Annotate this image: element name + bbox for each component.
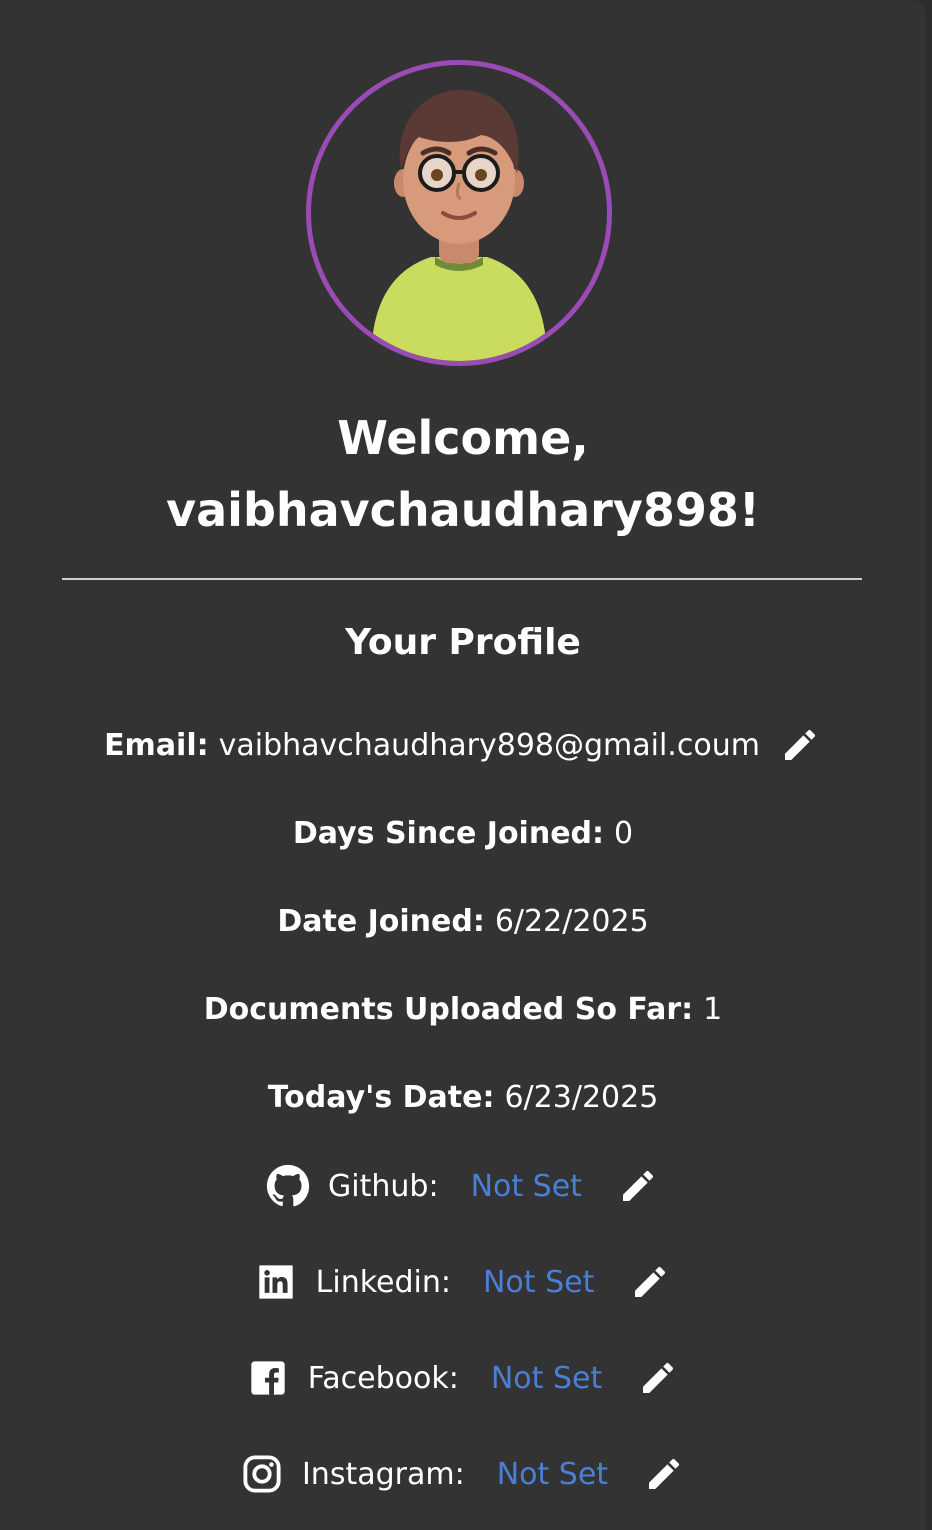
email-label: Email: bbox=[104, 727, 209, 763]
edit-github-button[interactable] bbox=[616, 1164, 660, 1208]
facebook-row: Facebook: Not Set bbox=[0, 1354, 926, 1402]
documents-value: 1 bbox=[703, 991, 723, 1027]
pencil-icon bbox=[622, 1170, 653, 1201]
avatar bbox=[306, 60, 612, 366]
profile-title: Your Profile bbox=[345, 622, 581, 663]
todays-date-value: 6/23/2025 bbox=[504, 1079, 659, 1115]
days-value: 0 bbox=[614, 815, 634, 851]
edit-linkedin-button[interactable] bbox=[628, 1260, 672, 1304]
instagram-icon bbox=[240, 1452, 284, 1496]
instagram-label: Instagram: bbox=[301, 1456, 465, 1492]
divider bbox=[62, 578, 862, 580]
documents-uploaded-row: Documents Uploaded So Far: 1 bbox=[0, 986, 926, 1032]
facebook-icon bbox=[246, 1356, 290, 1400]
linkedin-label: Linkedin: bbox=[315, 1264, 451, 1300]
documents-label: Documents Uploaded So Far: bbox=[203, 991, 694, 1027]
github-label: Github: bbox=[328, 1168, 439, 1204]
pencil-icon bbox=[784, 729, 815, 760]
todays-date-row: Today's Date: 6/23/2025 bbox=[0, 1074, 926, 1120]
github-row: Github: Not Set bbox=[0, 1162, 926, 1210]
edit-facebook-button[interactable] bbox=[636, 1356, 680, 1400]
pencil-icon bbox=[635, 1266, 666, 1297]
profile-card: Welcome, vaibhavchaudhary898! Your Profi… bbox=[0, 0, 926, 1530]
linkedin-icon bbox=[254, 1260, 298, 1304]
days-since-joined-row: Days Since Joined: 0 bbox=[0, 810, 926, 856]
date-joined-row: Date Joined: 6/22/2025 bbox=[0, 898, 926, 944]
edit-instagram-button[interactable] bbox=[642, 1452, 686, 1496]
linkedin-row: Linkedin: Not Set bbox=[0, 1258, 926, 1306]
linkedin-value-link[interactable]: Not Set bbox=[483, 1265, 594, 1300]
instagram-row: Instagram: Not Set bbox=[0, 1450, 926, 1498]
email-row: Email: vaibhavchaudhary898@gmail.coum bbox=[0, 722, 926, 768]
github-icon bbox=[266, 1164, 310, 1208]
github-value-link[interactable]: Not Set bbox=[471, 1169, 582, 1204]
pencil-icon bbox=[649, 1458, 680, 1489]
welcome-heading: Welcome, vaibhavchaudhary898! bbox=[0, 402, 926, 546]
email-value: vaibhavchaudhary898@gmail.coum bbox=[218, 727, 760, 763]
date-joined-value: 6/22/2025 bbox=[494, 903, 649, 939]
date-joined-label: Date Joined: bbox=[277, 903, 485, 939]
instagram-value-link[interactable]: Not Set bbox=[497, 1457, 608, 1492]
facebook-value-link[interactable]: Not Set bbox=[491, 1361, 602, 1396]
todays-date-label: Today's Date: bbox=[267, 1079, 495, 1115]
pencil-icon bbox=[643, 1362, 674, 1393]
facebook-label: Facebook: bbox=[307, 1360, 459, 1396]
username-line: vaibhavchaudhary898! bbox=[166, 483, 760, 537]
welcome-line: Welcome, bbox=[337, 411, 589, 465]
days-label: Days Since Joined: bbox=[292, 815, 605, 851]
edit-email-button[interactable] bbox=[778, 723, 822, 767]
